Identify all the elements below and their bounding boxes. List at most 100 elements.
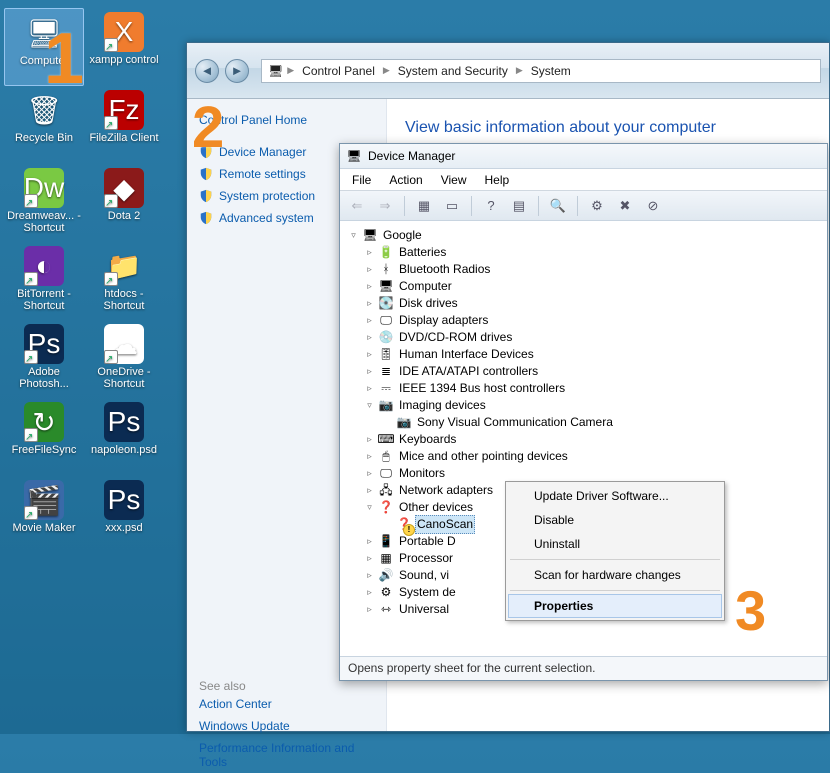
expand-icon[interactable]: ▹ — [364, 261, 375, 278]
desktop-icon-adobe-photosh-[interactable]: PsAdobe Photosh... — [4, 320, 84, 398]
tree-node-dvd-cd-rom-drives[interactable]: ▹💿DVD/CD-ROM drives — [344, 329, 823, 346]
toolbar-back-button[interactable]: ⇐ — [346, 195, 368, 217]
tree-node-ide-ata-atapi-controllers[interactable]: ▹≣IDE ATA/ATAPI controllers — [344, 363, 823, 380]
tree-node-label: Network adapters — [397, 482, 495, 499]
context-menu-scan-for-hardware-changes[interactable]: Scan for hardware changes — [508, 563, 722, 587]
nav-back-button[interactable]: ◄ — [195, 59, 219, 83]
desktop-icon-freefilesync[interactable]: ↻FreeFileSync — [4, 398, 84, 476]
desktop-icon-xxx-psd[interactable]: Psxxx.psd — [84, 476, 164, 554]
tree-node-batteries[interactable]: ▹🔋Batteries — [344, 244, 823, 261]
tree-node-ieee-1394-bus-host-controllers[interactable]: ▹⎓IEEE 1394 Bus host controllers — [344, 380, 823, 397]
tree-node-monitors[interactable]: ▹🖵Monitors — [344, 465, 823, 482]
camera-icon: 📷 — [396, 415, 412, 431]
dota-icon: ◆ — [104, 168, 144, 208]
expand-icon[interactable]: ▹ — [364, 363, 375, 380]
toolbar-disable-button[interactable]: ⊘ — [642, 195, 664, 217]
tree-node-display-adapters[interactable]: ▹🖵Display adapters — [344, 312, 823, 329]
toolbar-forward-button[interactable]: ⇒ — [374, 195, 396, 217]
desktop-icon-htdocs-shortcut[interactable]: 📁htdocs - Shortcut — [84, 242, 164, 320]
expand-icon[interactable]: ▹ — [364, 329, 375, 346]
tree-node-label: System de — [397, 584, 458, 601]
toolbar-scan-button[interactable]: 🔍 — [547, 195, 569, 217]
context-menu-update-driver-software-[interactable]: Update Driver Software... — [508, 484, 722, 508]
mouse-icon: 🖱 — [378, 449, 394, 465]
tree-node-label: Processor — [397, 550, 455, 567]
expand-icon[interactable]: ▹ — [364, 448, 375, 465]
expand-icon[interactable]: ▹ — [364, 601, 375, 618]
device-manager-titlebar[interactable]: 🖥 Device Manager — [340, 144, 827, 169]
context-menu-uninstall[interactable]: Uninstall — [508, 532, 722, 556]
control-panel-icon: 🖥 — [268, 64, 283, 78]
desktop-icon-onedrive-shortcut[interactable]: ☁OneDrive - Shortcut — [84, 320, 164, 398]
tree-node-bluetooth-radios[interactable]: ▹ᚼBluetooth Radios — [344, 261, 823, 278]
breadcrumb-bar[interactable]: 🖥 ▶ Control Panel ▶ System and Security … — [261, 59, 821, 83]
tree-node-google[interactable]: ▿🖥Google — [344, 227, 823, 244]
menu-action[interactable]: Action — [381, 171, 430, 189]
expand-icon[interactable]: ▹ — [364, 244, 375, 261]
tree-node-label: Computer — [397, 278, 454, 295]
psd-icon: Ps — [104, 402, 144, 442]
tree-node-imaging-devices[interactable]: ▿📷Imaging devices — [344, 397, 823, 414]
tree-node-label: IEEE 1394 Bus host controllers — [397, 380, 567, 397]
desktop-icon-label: Adobe Photosh... — [6, 366, 82, 390]
menu-file[interactable]: File — [344, 171, 379, 189]
hid-icon: 🎚 — [378, 347, 394, 363]
onedrive-icon: ☁ — [104, 324, 144, 364]
desktop-icon-label: FreeFileSync — [12, 444, 77, 456]
expand-icon[interactable]: ▹ — [364, 465, 375, 482]
nav-forward-button[interactable]: ► — [225, 59, 249, 83]
breadcrumb[interactable]: System and Security — [394, 62, 512, 80]
expand-icon[interactable]: ▹ — [364, 550, 375, 567]
usb-icon: ⇿ — [378, 602, 394, 618]
control-panel-home-link[interactable]: Control Panel Home — [199, 113, 374, 127]
toolbar-show-hidden-button[interactable]: ▦ — [413, 195, 435, 217]
context-menu-properties[interactable]: Properties — [508, 594, 722, 618]
breadcrumb[interactable]: Control Panel — [298, 62, 379, 80]
tree-node-label: Display adapters — [397, 312, 490, 329]
toolbar-view-button[interactable]: ▤ — [508, 195, 530, 217]
tree-node-mice-and-other-pointing-devices[interactable]: ▹🖱Mice and other pointing devices — [344, 448, 823, 465]
collapse-icon[interactable]: ▿ — [348, 227, 359, 244]
tree-node-label: CanoScan — [415, 515, 475, 534]
tree-node-computer[interactable]: ▹🖥Computer — [344, 278, 823, 295]
toolbar-help-button[interactable]: ? — [480, 195, 502, 217]
expand-icon[interactable]: ▹ — [364, 380, 375, 397]
see-also-link[interactable]: Performance Information and Tools — [199, 737, 374, 773]
expand-icon[interactable]: ▹ — [364, 431, 375, 448]
desktop-icon-filezilla-client[interactable]: FzFileZilla Client — [84, 86, 164, 164]
expand-icon[interactable]: ▹ — [364, 482, 375, 499]
toolbar-uninstall-button[interactable]: ✖ — [614, 195, 636, 217]
collapse-icon[interactable]: ▿ — [364, 397, 375, 414]
menu-separator — [510, 590, 720, 591]
desktop-icon-bittorrent-shortcut[interactable]: ◐BitTorrent - Shortcut — [4, 242, 84, 320]
desktop-icon-label: BitTorrent - Shortcut — [6, 288, 82, 312]
toolbar-properties-button[interactable]: ▭ — [441, 195, 463, 217]
collapse-icon[interactable]: ▿ — [364, 499, 375, 516]
menu-help[interactable]: Help — [477, 171, 518, 189]
tree-node-human-interface-devices[interactable]: ▹🎚Human Interface Devices — [344, 346, 823, 363]
expand-icon[interactable]: ▹ — [364, 295, 375, 312]
context-menu-disable[interactable]: Disable — [508, 508, 722, 532]
expand-icon[interactable]: ▹ — [364, 312, 375, 329]
expand-icon[interactable]: ▹ — [364, 584, 375, 601]
desktop-icon-napoleon-psd[interactable]: Psnapoleon.psd — [84, 398, 164, 476]
desktop-icon-dreamweav-shortcut[interactable]: DwDreamweav... - Shortcut — [4, 164, 84, 242]
menu-view[interactable]: View — [433, 171, 475, 189]
tree-node-sony-visual-communication-camera[interactable]: 📷Sony Visual Communication Camera — [344, 414, 823, 431]
tree-node-disk-drives[interactable]: ▹💽Disk drives — [344, 295, 823, 312]
expand-icon[interactable]: ▹ — [364, 278, 375, 295]
expand-icon[interactable]: ▹ — [364, 567, 375, 584]
tree-node-label: DVD/CD-ROM drives — [397, 329, 514, 346]
desktop-icon-dota-2[interactable]: ◆Dota 2 — [84, 164, 164, 242]
see-also-link[interactable]: Action Center — [199, 693, 374, 715]
expand-icon[interactable]: ▹ — [364, 533, 375, 550]
tree-node-keyboards[interactable]: ▹⌨Keyboards — [344, 431, 823, 448]
keyboard-icon: ⌨ — [378, 432, 394, 448]
expand-icon[interactable]: ▹ — [364, 346, 375, 363]
desktop-icon-xampp-control[interactable]: Xxampp control — [84, 8, 164, 86]
sidebar-link-label: Remote settings — [219, 167, 306, 181]
toolbar-update-driver-button[interactable]: ⚙ — [586, 195, 608, 217]
device-manager-title: Device Manager — [368, 149, 455, 163]
breadcrumb[interactable]: System — [527, 62, 575, 80]
desktop-icon-movie-maker[interactable]: 🎬Movie Maker — [4, 476, 84, 554]
